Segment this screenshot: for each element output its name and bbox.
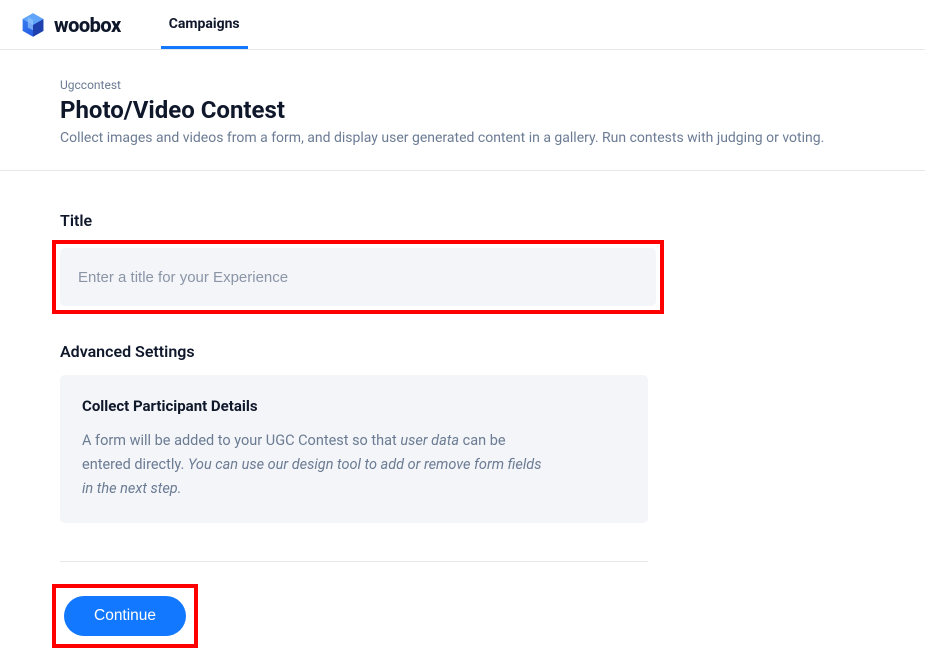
- advanced-settings-card: Collect Participant Details A form will …: [60, 375, 648, 523]
- brand-name: woobox: [54, 13, 121, 37]
- card-title: Collect Participant Details: [82, 397, 626, 415]
- continue-button-highlight: Continue: [52, 584, 198, 648]
- woobox-logo-icon: [20, 12, 46, 38]
- card-text-part1: A form will be added to your UGC Contest…: [82, 432, 400, 449]
- form-area: Title Advanced Settings Collect Particip…: [0, 171, 925, 668]
- title-input[interactable]: [60, 248, 656, 306]
- continue-button[interactable]: Continue: [64, 596, 186, 636]
- tab-campaigns[interactable]: Campaigns: [161, 0, 248, 49]
- logo[interactable]: woobox: [20, 12, 121, 38]
- title-label: Title: [60, 211, 865, 230]
- advanced-settings-label: Advanced Settings: [60, 342, 865, 361]
- card-text-italic1: user data: [400, 432, 459, 449]
- breadcrumb: Ugccontest: [60, 78, 865, 92]
- card-text: A form will be added to your UGC Contest…: [82, 429, 542, 501]
- page-description: Collect images and videos from a form, a…: [60, 130, 865, 146]
- topbar: woobox Campaigns: [0, 0, 925, 50]
- title-input-highlight: [52, 240, 664, 314]
- page-header: Ugccontest Photo/Video Contest Collect i…: [0, 50, 925, 171]
- divider: [60, 561, 648, 562]
- page-title: Photo/Video Contest: [60, 96, 865, 124]
- title-field-block: Title: [60, 211, 865, 314]
